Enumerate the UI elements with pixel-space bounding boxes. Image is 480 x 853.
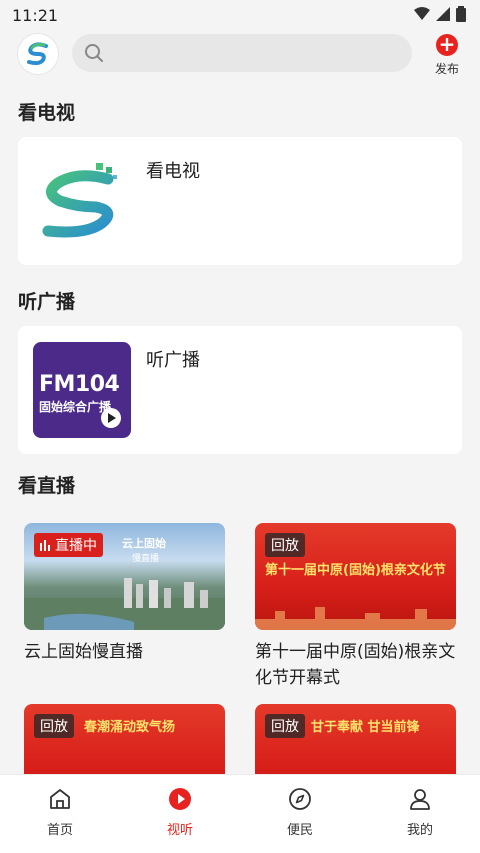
signal-icon [436,7,450,21]
wifi-icon [414,7,430,20]
live-badge-label: 直播中 [55,538,97,554]
search-icon [85,44,103,62]
tab-profile[interactable]: 我的 [390,787,450,838]
live-thumbnail: 回放 第十一届中原(固始)根亲文化节 [255,523,456,630]
tab-home-label: 首页 [46,823,73,838]
tv-card-label: 看电视 [146,161,200,182]
compass-icon [289,788,311,810]
play-icon [169,788,191,810]
publish-button[interactable]: + 发布 [430,34,464,77]
live-caption: 第十一届中原(固始)根亲文化节开幕式 [255,642,456,688]
publish-label: 发布 [434,62,459,76]
tab-media[interactable]: 视听 [150,787,210,838]
live-thumb-text: 春潮涌动致气扬 [84,720,176,735]
live-caption: 云上固始慢直播 [24,642,143,662]
tab-media-label: 视听 [166,823,193,838]
live-thumbnail: 直播中 云上固始 慢直播 [24,523,225,630]
app-logo[interactable] [18,34,58,74]
replay-badge: 回放 [265,533,305,557]
live-bars-icon [40,539,50,551]
city-skyline-image [24,578,225,630]
live-thumb-text: 第十一届中原(固始)根亲文化节 [265,563,446,578]
radio-card[interactable]: FM104 固始综合广播 听广播 [18,326,462,454]
home-icon [50,789,70,809]
search-input[interactable] [72,34,412,72]
live-badge: 直播中 [34,533,103,557]
radio-thumbnail: FM104 固始综合广播 [33,342,131,438]
live-item[interactable]: 回放 第十一届中原(固始)根亲文化节 第十一届中原(固始)根亲文化节开幕式 [255,523,456,691]
bottom-tab-bar: 首页 视听 便民 我的 [0,774,480,853]
status-icons [414,6,466,22]
tab-home[interactable]: 首页 [30,787,90,838]
header: + 发布 [0,30,480,78]
replay-badge: 回放 [265,714,305,738]
radio-card-label: 听广播 [146,350,200,371]
play-icon [101,408,121,428]
plus-icon: + [436,34,458,56]
tab-services[interactable]: 便民 [270,787,330,838]
tab-services-label: 便民 [286,823,313,838]
tv-logo-icon [42,163,117,238]
section-title-radio: 听广播 [18,291,76,313]
live-thumb-text: 甘于奉献 甘当前锋 [311,720,420,735]
radio-thumb-title: FM104 [39,372,120,397]
section-title-live: 看直播 [18,475,76,497]
live-thumb-subtext: 慢直播 [132,554,160,564]
radio-thumb-subtitle: 固始综合广播 [39,400,112,414]
replay-badge: 回放 [34,714,74,738]
city-silhouette-image [255,607,456,630]
status-bar: 11:21 [0,0,480,30]
tab-profile-label: 我的 [406,823,433,838]
tv-card[interactable]: 看电视 [18,137,462,265]
live-item[interactable]: 直播中 云上固始 慢直播 云上固始慢直播 [24,523,225,665]
battery-icon [456,6,466,22]
user-icon [410,789,430,810]
live-thumb-text: 云上固始 [122,537,166,550]
logo-icon [27,42,48,66]
section-title-tv: 看电视 [18,102,76,124]
status-time: 11:21 [12,6,59,25]
